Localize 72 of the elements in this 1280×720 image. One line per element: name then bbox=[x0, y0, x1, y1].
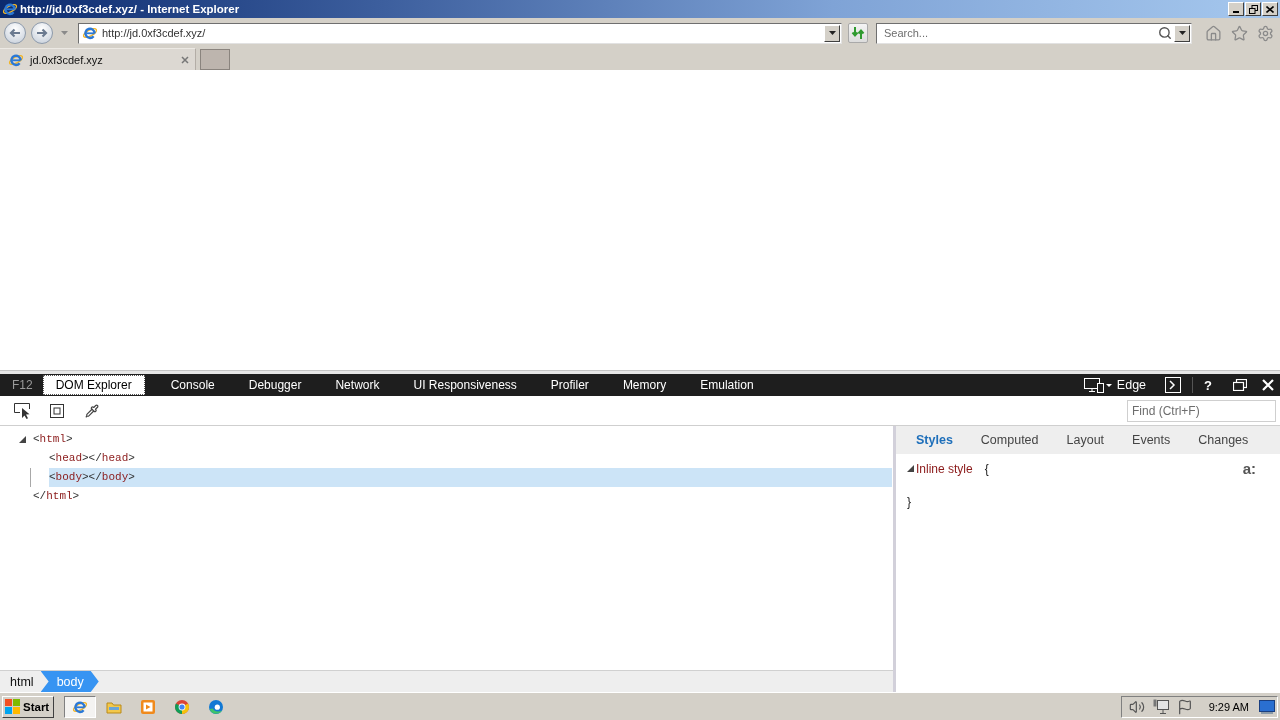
browser-tab[interactable]: jd.0xf3cdef.xyz bbox=[0, 48, 196, 70]
close-button[interactable] bbox=[1262, 2, 1278, 16]
devtools-tab[interactable]: DOM Explorer bbox=[42, 375, 145, 395]
monitor-phone-icon[interactable] bbox=[1083, 377, 1112, 393]
forward-button[interactable] bbox=[31, 22, 53, 44]
arrow-right-icon bbox=[36, 28, 48, 38]
star-icon[interactable] bbox=[1231, 24, 1248, 42]
restore-icon bbox=[1248, 4, 1258, 14]
expand-triangle-icon[interactable] bbox=[907, 465, 914, 472]
close-brace: } bbox=[907, 494, 911, 509]
refresh-button[interactable] bbox=[848, 23, 868, 43]
styles-tab[interactable]: Changes bbox=[1184, 433, 1263, 447]
devtools-tab[interactable]: Debugger bbox=[222, 375, 310, 395]
dropdown-button[interactable] bbox=[1174, 24, 1190, 42]
styles-tab[interactable]: Layout bbox=[1052, 433, 1119, 447]
tab-title: jd.0xf3cdef.xyz bbox=[30, 53, 104, 66]
rule-selector: Inline style bbox=[916, 461, 973, 476]
play-icon bbox=[140, 698, 156, 715]
devtools-tab[interactable]: Emulation bbox=[674, 375, 762, 395]
square-icon[interactable] bbox=[50, 403, 64, 418]
select-element-icon[interactable] bbox=[14, 402, 32, 419]
close-icon bbox=[1266, 5, 1274, 13]
dom-node[interactable]: <head></head> bbox=[49, 449, 135, 468]
computer-icon[interactable] bbox=[1152, 698, 1169, 715]
clock: 9:29 AM bbox=[1208, 700, 1249, 713]
devtools-tab[interactable]: UI Responsiveness bbox=[387, 375, 525, 395]
restore-icon[interactable] bbox=[1233, 379, 1247, 391]
address-bar[interactable]: http://jd.0xf3cdef.xyz/ bbox=[78, 22, 842, 44]
address-field[interactable]: http://jd.0xf3cdef.xyz/ bbox=[102, 25, 822, 41]
minimize-button[interactable] bbox=[1228, 2, 1244, 16]
search-field[interactable]: Search... bbox=[884, 25, 1158, 41]
dropdown-button[interactable] bbox=[824, 24, 840, 42]
devtools-tab[interactable]: Console bbox=[144, 375, 223, 395]
devtools-tab[interactable]: Network bbox=[309, 375, 388, 395]
circle-logo-icon bbox=[174, 698, 190, 715]
dom-node[interactable]: <body></body> bbox=[49, 468, 892, 487]
f12-label: F12 bbox=[12, 378, 33, 392]
find-field[interactable]: Find (Ctrl+F) bbox=[1127, 399, 1276, 422]
help-button[interactable]: ? bbox=[1202, 377, 1214, 393]
browser-logo-icon bbox=[2, 1, 18, 17]
open-brace: { bbox=[984, 461, 989, 476]
search-icon[interactable] bbox=[1158, 26, 1172, 40]
caret-icon bbox=[1178, 31, 1186, 35]
restore-button[interactable] bbox=[1245, 2, 1261, 16]
monitor-icon[interactable] bbox=[1259, 699, 1275, 714]
start-button[interactable]: Start bbox=[2, 695, 54, 718]
caret-icon bbox=[828, 31, 836, 35]
devtools-tab[interactable]: Profiler bbox=[524, 375, 597, 395]
eyedropper-icon[interactable] bbox=[85, 403, 99, 418]
console-icon[interactable] bbox=[1165, 377, 1182, 393]
browser-logo-icon bbox=[82, 25, 98, 41]
flag-icon[interactable] bbox=[1176, 698, 1193, 715]
expand-triangle-icon[interactable] bbox=[19, 436, 26, 443]
taskbar-button[interactable] bbox=[64, 695, 96, 718]
styles-tab[interactable]: Events bbox=[1118, 433, 1185, 447]
styles-tab[interactable]: Computed bbox=[966, 433, 1053, 447]
arrows-icon bbox=[851, 26, 865, 40]
caret-icon bbox=[60, 31, 68, 35]
styles-tab[interactable]: Styles bbox=[902, 433, 967, 447]
dom-node[interactable]: <html> bbox=[33, 430, 73, 449]
window-title: http://jd.0xf3cdef.xyz/ - Internet Explorer bbox=[20, 3, 241, 15]
document-mode-button[interactable]: Edge bbox=[1114, 378, 1149, 392]
search-box[interactable]: Search... bbox=[876, 22, 1192, 44]
pseudo-class-toggle[interactable]: a: bbox=[1242, 460, 1256, 477]
back-button[interactable] bbox=[4, 22, 26, 44]
breadcrumb-item[interactable]: html bbox=[0, 671, 41, 692]
start-logo-icon bbox=[5, 699, 20, 714]
dom-node[interactable]: </html> bbox=[33, 487, 80, 506]
speaker-icon[interactable] bbox=[1128, 698, 1145, 715]
arrow-left-icon bbox=[9, 28, 21, 38]
disc-logo-icon bbox=[208, 698, 224, 715]
devtools-tab[interactable]: Memory bbox=[596, 375, 675, 395]
